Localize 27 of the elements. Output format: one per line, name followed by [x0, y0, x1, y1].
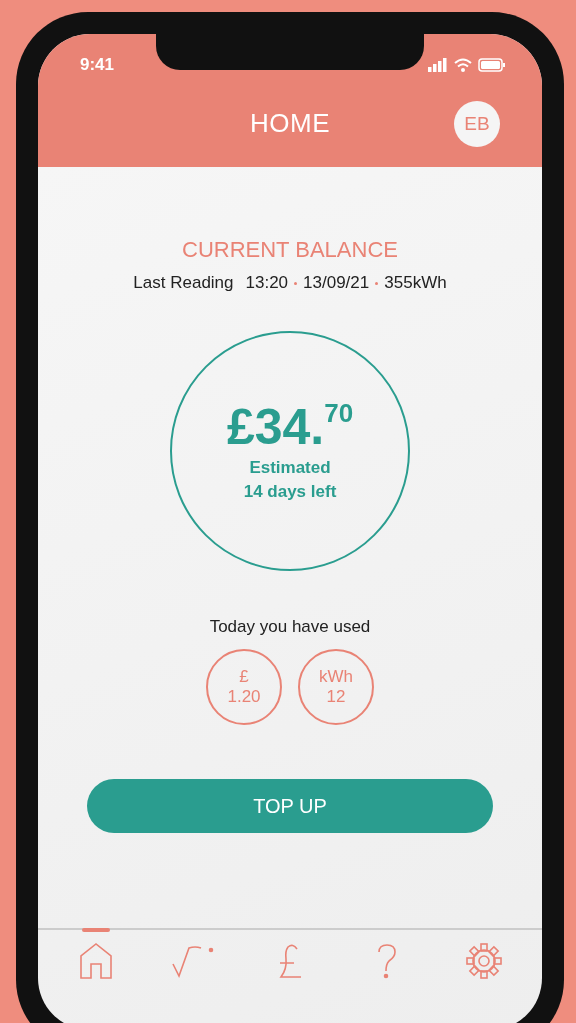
usage-unit: £ [239, 666, 249, 687]
reading-value: 13/09/21 [303, 273, 370, 293]
separator-dot-icon [294, 281, 298, 285]
settings-icon [465, 943, 502, 979]
user-avatar[interactable]: EB [454, 100, 500, 147]
pound-icon [277, 943, 303, 979]
estimate-text: Estimated [249, 457, 331, 480]
battery-icon [478, 58, 506, 72]
reading-value: 13:20 [245, 273, 289, 293]
top-up-button[interactable]: TOP UP [87, 779, 493, 833]
page-title: HOME [250, 108, 330, 139]
reading-label: Last Reading [133, 273, 234, 293]
wifi-icon [454, 58, 472, 72]
line-graph-icon [171, 944, 216, 978]
usage-value: 12 [326, 687, 346, 708]
usage-heading: Today you have used [209, 617, 371, 637]
section-heading: CURRENT BALANCE [182, 237, 398, 263]
signal-icon [428, 58, 448, 72]
estimate-text: 14 days left [243, 481, 337, 503]
help-icon [376, 943, 397, 979]
reading-value: 355kWh [384, 273, 447, 293]
usage-value: 1.20 [227, 687, 261, 708]
usage-unit: kWh [319, 666, 353, 687]
status-time: 9:41 [80, 55, 115, 75]
separator-dot-icon [375, 281, 379, 285]
home-icon [79, 942, 114, 980]
balance-amount: £34.$^{70}$ [226, 398, 354, 457]
